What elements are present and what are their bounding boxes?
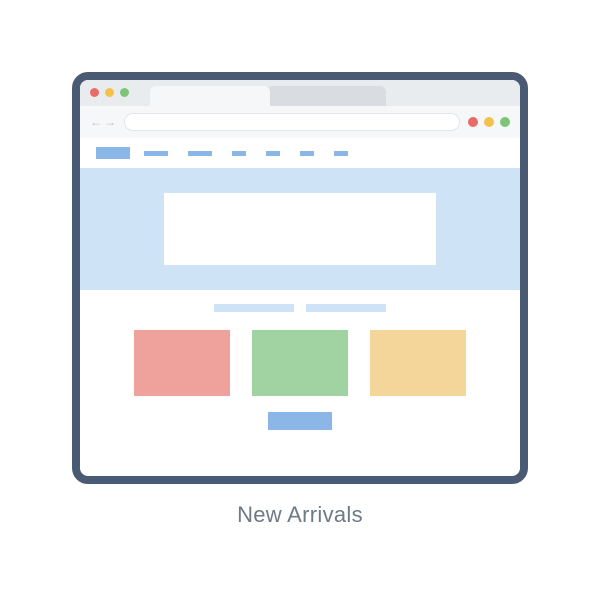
nav-link-6[interactable] bbox=[334, 151, 348, 156]
tabs bbox=[150, 80, 386, 106]
hero-banner bbox=[80, 168, 520, 290]
hero-content bbox=[164, 193, 437, 265]
browser-window: ← → bbox=[72, 72, 528, 484]
title-bar bbox=[80, 80, 520, 106]
nav-link-4[interactable] bbox=[266, 151, 280, 156]
tab-active[interactable] bbox=[150, 86, 270, 106]
product-card-3[interactable] bbox=[370, 330, 466, 396]
cta-row bbox=[80, 396, 520, 430]
product-cards bbox=[80, 322, 520, 396]
nav-link-5[interactable] bbox=[300, 151, 314, 156]
section-heading bbox=[80, 290, 520, 322]
product-card-1[interactable] bbox=[134, 330, 230, 396]
action-icon-3[interactable] bbox=[500, 117, 510, 127]
page-content bbox=[80, 138, 520, 476]
minimize-icon[interactable] bbox=[105, 88, 114, 97]
nav-link-1[interactable] bbox=[144, 151, 168, 156]
tab-inactive[interactable] bbox=[266, 86, 386, 106]
browser-action-icons bbox=[468, 117, 510, 127]
nav-links bbox=[144, 151, 348, 156]
nav-link-2[interactable] bbox=[188, 151, 212, 156]
forward-icon[interactable]: → bbox=[104, 116, 116, 128]
window-controls bbox=[90, 88, 129, 97]
site-nav bbox=[80, 138, 520, 168]
caption-label: New Arrivals bbox=[237, 502, 363, 528]
back-icon[interactable]: ← bbox=[90, 116, 102, 128]
nav-arrows: ← → bbox=[90, 116, 116, 128]
heading-line-2 bbox=[306, 304, 386, 312]
action-icon-2[interactable] bbox=[484, 117, 494, 127]
logo[interactable] bbox=[96, 147, 130, 159]
address-input[interactable] bbox=[124, 113, 460, 131]
close-icon[interactable] bbox=[90, 88, 99, 97]
product-card-2[interactable] bbox=[252, 330, 348, 396]
maximize-icon[interactable] bbox=[120, 88, 129, 97]
cta-button[interactable] bbox=[268, 412, 332, 430]
heading-line-1 bbox=[214, 304, 294, 312]
action-icon-1[interactable] bbox=[468, 117, 478, 127]
address-bar-row: ← → bbox=[80, 106, 520, 138]
nav-link-3[interactable] bbox=[232, 151, 246, 156]
